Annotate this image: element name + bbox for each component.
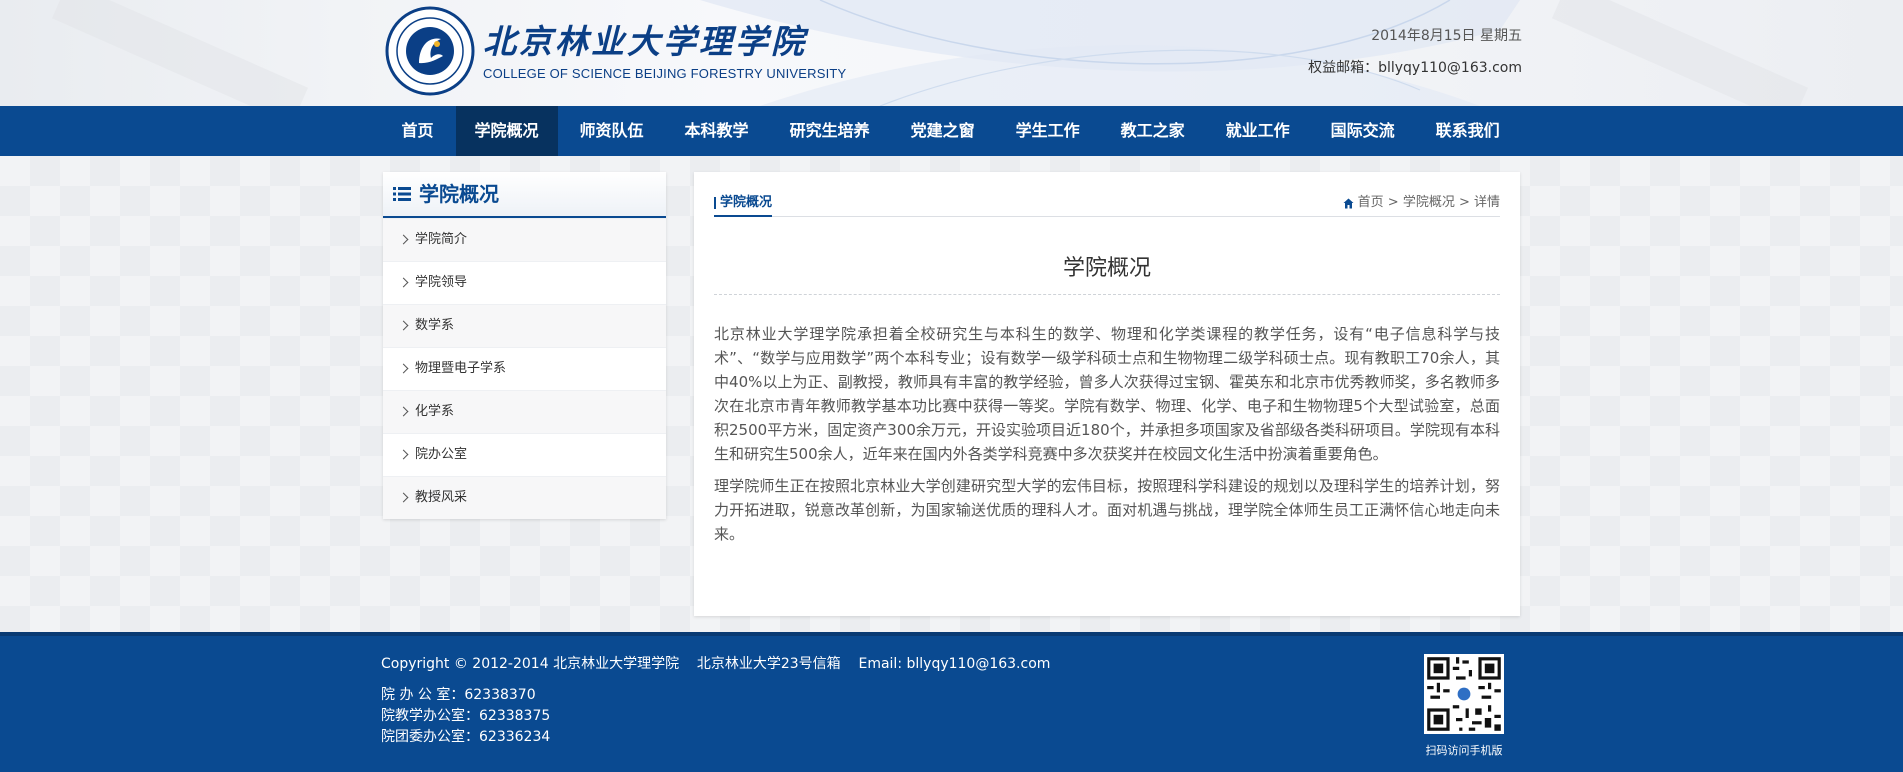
sidebar-item-label: 院办公室: [415, 447, 468, 462]
header-date: 2014年8月15日 星期五: [1371, 28, 1522, 44]
nav-item-home[interactable]: 首页: [383, 106, 453, 156]
footer-phone-teaching: 院教学办公室：62338375: [381, 708, 551, 724]
breadcrumb[interactable]: 首页 > 学院概况 > 详情: [1343, 194, 1500, 212]
sidebar-title: 学院概况: [419, 182, 499, 206]
sidebar-item-office[interactable]: 院办公室: [383, 433, 666, 476]
nav-item-about[interactable]: 学院概况: [455, 106, 558, 156]
sidebar-item-label: 学院领导: [415, 275, 468, 290]
site-header: 北京林业大学理学院 COLLEGE OF SCIENCE BEIJING FOR…: [0, 0, 1903, 106]
logo-chinese-name: 北京林业大学理学院: [483, 21, 807, 61]
sidebar-item-label: 物理暨电子学系: [415, 361, 507, 376]
sidebar-item-math[interactable]: 数学系: [383, 304, 666, 347]
chevron-right-icon: [398, 320, 409, 331]
nav-item-party[interactable]: 党建之窗: [892, 106, 994, 156]
footer-phone-office: 院 办 公 室：62338370: [381, 687, 536, 703]
main-panel: 学院概况 首页 > 学院概况 > 详情 学院概况 北京林业大学理学院承担着全校研…: [694, 172, 1520, 616]
chevron-right-icon: [398, 406, 409, 417]
nav-item-staff[interactable]: 教工之家: [1102, 106, 1204, 156]
nav-item-graduate[interactable]: 研究生培养: [771, 106, 889, 156]
article-body: 北京林业大学理学院承担着全校研究生与本科生的数学、物理和化学类课程的教学任务，设…: [714, 322, 1500, 554]
chevron-right-icon: [398, 234, 409, 245]
footer-phone-league: 院团委办公室：62336234: [381, 729, 551, 745]
nav-item-faculty[interactable]: 师资队伍: [561, 106, 663, 156]
chevron-right-icon: [398, 492, 409, 503]
footer-copyright: Copyright © 2012-2014 北京林业大学理学院 北京林业大学23…: [381, 656, 1051, 672]
site-logo[interactable]: 北京林业大学理学院 COLLEGE OF SCIENCE BEIJING FOR…: [385, 6, 846, 96]
header-email[interactable]: 权益邮箱：bllyqy110@163.com: [1308, 57, 1522, 77]
sidebar-item-leaders[interactable]: 学院领导: [383, 261, 666, 304]
nav-item-undergraduate[interactable]: 本科教学: [666, 106, 768, 156]
qr-code-block[interactable]: 扫码访问手机版: [1421, 654, 1507, 758]
home-icon: [1343, 198, 1354, 208]
chevron-right-icon: [398, 449, 409, 460]
nav-item-employment[interactable]: 就业工作: [1207, 106, 1309, 156]
breadcrumb-text: 首页 > 学院概况 > 详情: [1357, 195, 1500, 210]
sidebar-item-professors[interactable]: 教授风采: [383, 476, 666, 519]
nav-item-students[interactable]: 学生工作: [997, 106, 1099, 156]
site-footer: Copyright © 2012-2014 北京林业大学理学院 北京林业大学23…: [0, 632, 1903, 772]
sidebar-item-physics[interactable]: 物理暨电子学系: [383, 347, 666, 390]
chevron-right-icon: [398, 363, 409, 374]
main-nav: 首页 学院概况 师资队伍 本科教学 研究生培养 党建之窗 学生工作 教工之家 就…: [0, 106, 1903, 156]
nav-item-contact[interactable]: 联系我们: [1417, 106, 1519, 156]
university-seal-icon: [385, 6, 475, 96]
content-area: 学院概况 学院简介 学院领导 数学系 物理暨电子学系 化学系 院办公室 教授风采…: [0, 156, 1903, 632]
sidebar-item-chemistry[interactable]: 化学系: [383, 390, 666, 433]
logo-english-name: COLLEGE OF SCIENCE BEIJING FORESTRY UNIV…: [483, 65, 847, 81]
sidebar-item-intro[interactable]: 学院简介: [383, 218, 666, 261]
section-tab: 学院概况: [714, 194, 773, 217]
article-title: 学院概况: [714, 250, 1500, 295]
tab-marker: [714, 197, 716, 209]
chevron-right-icon: [398, 277, 409, 288]
qr-caption: 扫码访问手机版: [1425, 744, 1503, 757]
list-icon: [393, 187, 411, 201]
article-paragraph: 北京林业大学理学院承担着全校研究生与本科生的数学、物理和化学类课程的教学任务，设…: [714, 325, 1500, 463]
header-decoration: [51, 0, 1809, 106]
article-paragraph: 理学院师生正在按照北京林业大学创建研究型大学的宏伟目标，按照理科学科建设的规划以…: [714, 477, 1500, 543]
main-panel-header: 学院概况 首页 > 学院概况 > 详情: [714, 194, 1500, 217]
sidebar-header: 学院概况: [383, 172, 666, 218]
section-tab-label: 学院概况: [720, 195, 773, 210]
sidebar-item-label: 学院简介: [415, 232, 468, 247]
qr-code-icon: [1424, 654, 1504, 734]
sidebar-item-label: 数学系: [415, 318, 455, 333]
sidebar-item-label: 化学系: [415, 404, 455, 419]
nav-item-international[interactable]: 国际交流: [1312, 106, 1414, 156]
sidebar: 学院概况 学院简介 学院领导 数学系 物理暨电子学系 化学系 院办公室 教授风采: [383, 172, 666, 519]
sidebar-item-label: 教授风采: [415, 490, 468, 505]
